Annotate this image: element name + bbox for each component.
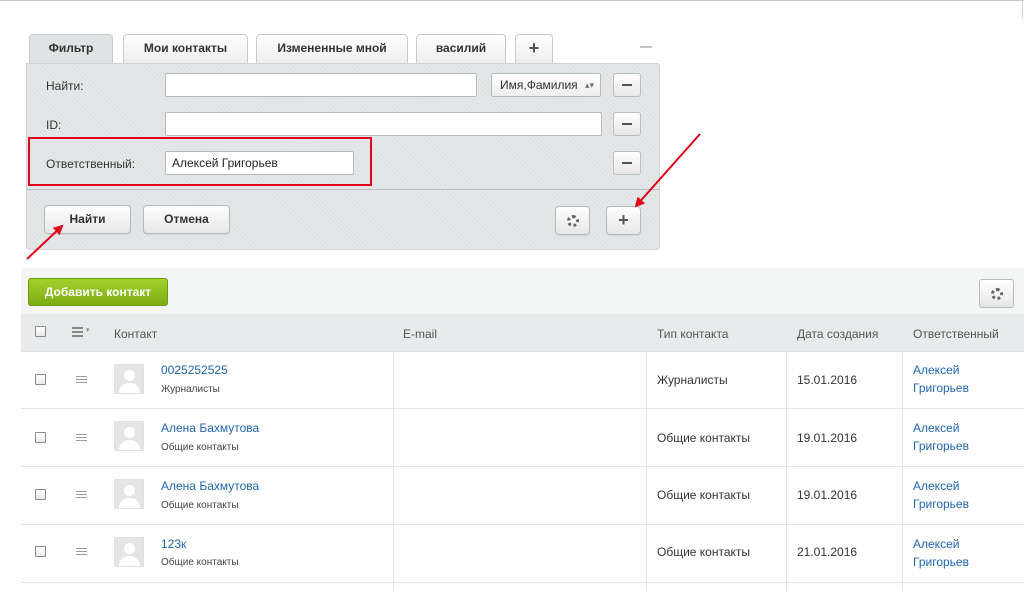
arrow-to-find-button [26, 224, 64, 260]
arrow-to-add-field-button [634, 133, 701, 208]
annotation-arrows [26, 133, 701, 260]
